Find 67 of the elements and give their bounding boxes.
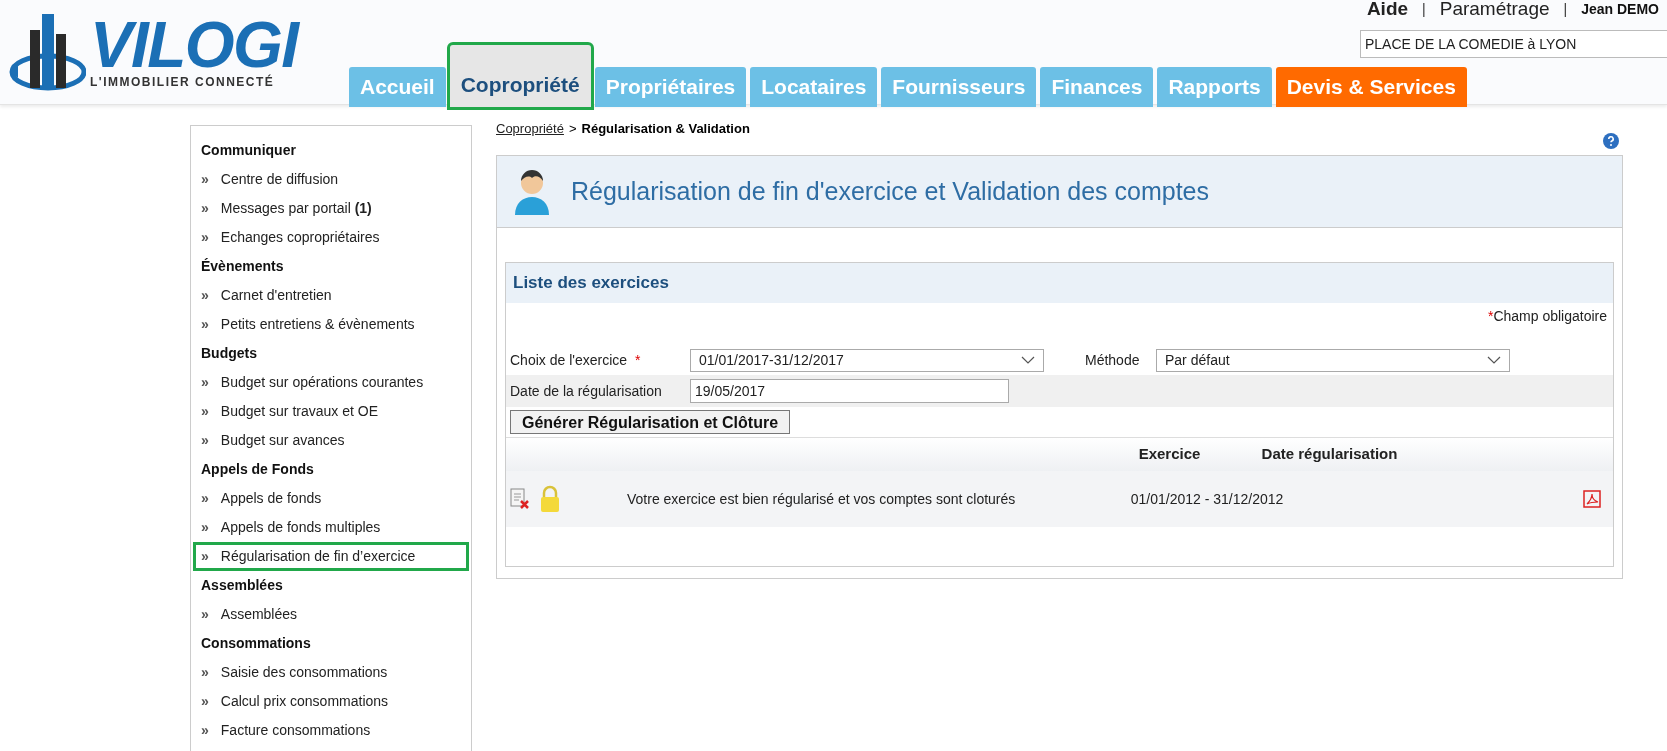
- nav-tab[interactable]: Copropriété: [449, 45, 591, 107]
- separator: |: [1422, 0, 1426, 19]
- sidebar-item[interactable]: » Assemblées: [201, 600, 461, 629]
- bullet-icon: »: [201, 691, 209, 712]
- top-link[interactable]: Paramétrage: [1439, 0, 1550, 24]
- top-link[interactable]: Jean DEMO: [1581, 0, 1659, 20]
- sidebar-item[interactable]: » Budget sur avances: [201, 426, 461, 455]
- select-field[interactable]: 01/01/2017-31/12/2017: [690, 348, 1044, 372]
- column-header: Exercice: [1137, 444, 1202, 465]
- user-avatar-icon: [513, 168, 551, 215]
- sidebar-item[interactable]: » Régularisation de fin d’exercice: [193, 542, 469, 571]
- delete-document-icon[interactable]: [510, 488, 530, 510]
- sidebar-heading: Budgets: [201, 344, 258, 363]
- bullet-icon: »: [201, 662, 209, 683]
- field-label: Méthode: [1085, 352, 1140, 368]
- bullet-icon: »: [201, 314, 209, 335]
- top-link[interactable]: Aide: [1366, 0, 1409, 24]
- sidebar-heading: Communiquer: [201, 141, 297, 160]
- sidebar-item[interactable]: » Appels de fonds: [201, 484, 461, 513]
- sidebar-item[interactable]: » Calcul prix consommations: [201, 687, 461, 716]
- logo-tagline: L'IMMOBILIER CONNECTÉ: [90, 73, 276, 91]
- bullet-icon: »: [201, 517, 209, 538]
- sidebar-item[interactable]: » Appels de fonds multiples: [201, 513, 461, 542]
- bullet-icon: »: [201, 169, 209, 190]
- sidebar-item[interactable]: » Messages par portail (1): [201, 194, 461, 223]
- sidebar-item[interactable]: » Petits entretiens & évènements: [201, 310, 461, 339]
- bullet-icon: »: [201, 720, 209, 741]
- sidebar-item[interactable]: » Budget sur travaux et OE: [201, 397, 461, 426]
- bullet-icon: »: [201, 401, 209, 422]
- bullet-icon: »: [201, 198, 209, 219]
- sidebar-item[interactable]: » Centre de diffusion: [201, 165, 461, 194]
- column-header: Date régularisation: [1260, 444, 1399, 465]
- logo[interactable]: VILOGI L'IMMOBILIER CONNECTÉ: [8, 10, 298, 95]
- select-field[interactable]: Par défaut: [1156, 348, 1510, 372]
- sidebar-item[interactable]: » Budget sur opérations courantes: [201, 368, 461, 397]
- breadcrumb-link[interactable]: Copropriété: [496, 119, 564, 139]
- sidebar-heading: Appels de Fonds: [201, 460, 315, 479]
- field-label: Date de la régularisation: [510, 383, 662, 399]
- page-title: Régularisation de fin d'exercice et Validation des comptes: [571, 175, 1209, 207]
- sidebar-item[interactable]: » Facture consommations: [201, 716, 461, 745]
- logo-name: VILOGI: [90, 14, 298, 75]
- bullet-icon: »: [201, 430, 209, 451]
- breadcrumb-current: Régularisation & Validation: [581, 120, 750, 138]
- help-icon[interactable]: [1603, 133, 1619, 149]
- bullet-icon: »: [201, 227, 209, 248]
- bullet-icon: »: [201, 604, 209, 625]
- bullet-icon: »: [201, 285, 209, 306]
- bullet-icon: »: [201, 546, 209, 567]
- separator: |: [1563, 0, 1568, 19]
- sidebar-heading: Consommations: [201, 634, 312, 653]
- sidebar-item[interactable]: » Carnet d'entretien: [201, 281, 461, 310]
- sidebar-item[interactable]: » Echanges copropriétaires: [201, 223, 461, 252]
- exercise-period: 01/01/2012 - 31/12/2012: [1129, 489, 1285, 509]
- status-message: Votre exercice est bien régularisé et vos comptes sont cloturés: [627, 489, 1017, 509]
- sidebar-heading: Assemblées: [201, 576, 284, 595]
- breadcrumb-separator: >: [568, 120, 577, 138]
- building-field[interactable]: PLACE DE LA COMEDIE à LYON: [1360, 30, 1667, 58]
- bullet-icon: »: [201, 488, 209, 509]
- sidebar-item[interactable]: » Saisie des consommations: [201, 658, 461, 687]
- generate-button[interactable]: Générer Régularisation et Clôture: [510, 410, 791, 434]
- required-note: *Champ obligatoire: [1487, 307, 1607, 326]
- date-field[interactable]: 19/05/2017: [690, 379, 1009, 403]
- panel-title: Liste des exercices: [513, 272, 669, 295]
- bullet-icon: »: [201, 372, 209, 393]
- pdf-icon[interactable]: [1583, 490, 1601, 508]
- sidebar-heading: Évènements: [201, 257, 285, 276]
- field-label: Choix de l'exercice *: [510, 352, 641, 368]
